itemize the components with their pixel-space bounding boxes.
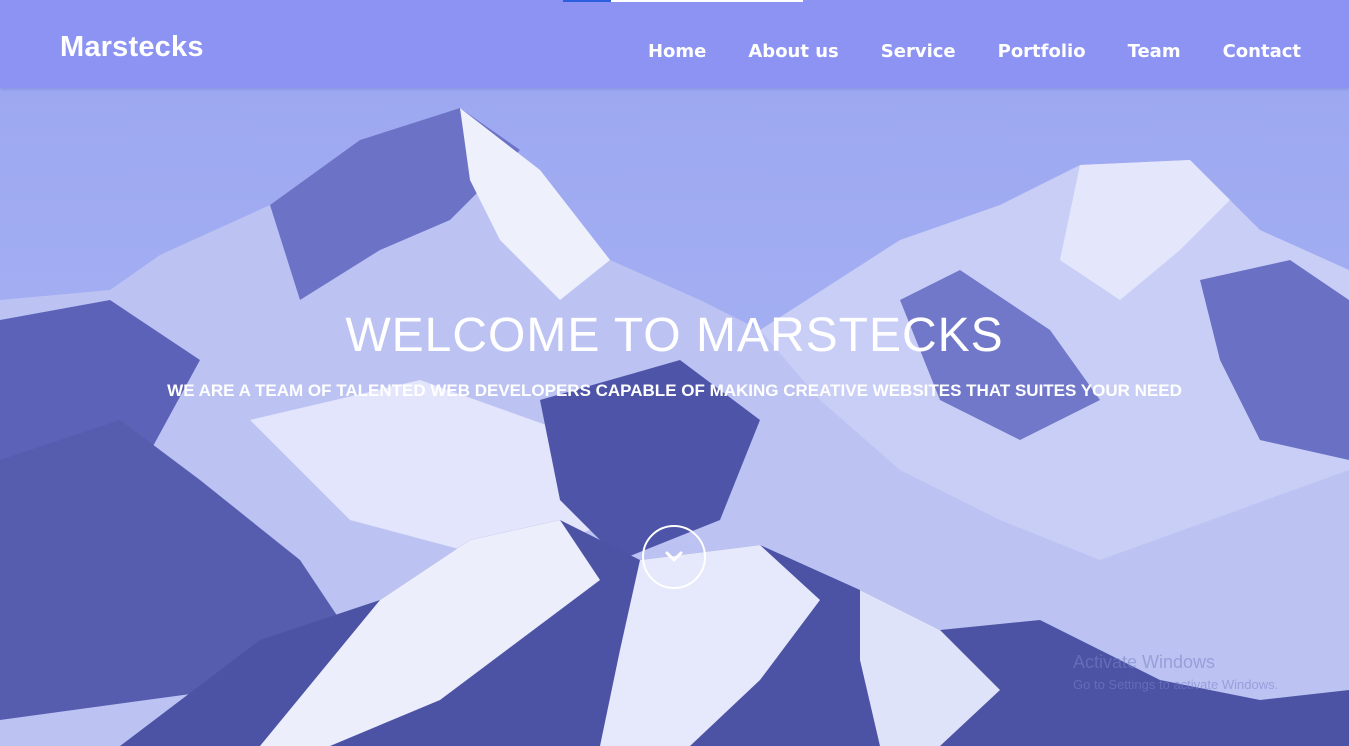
- chevron-down-icon: [665, 551, 683, 562]
- hero-background: [0, 0, 1349, 746]
- nav-item-team[interactable]: Team: [1128, 41, 1181, 62]
- nav-item-service[interactable]: Service: [881, 41, 956, 62]
- nav-item-about-us[interactable]: About us: [748, 41, 838, 62]
- watermark-title: Activate Windows: [1073, 652, 1216, 672]
- activate-windows-watermark: Activate Windows Go to Settings to activ…: [1073, 652, 1278, 692]
- nav-item-portfolio[interactable]: Portfolio: [998, 41, 1086, 62]
- scroll-progress-bar: [563, 0, 803, 2]
- scroll-down-button[interactable]: [642, 525, 706, 589]
- mountain-illustration: [0, 0, 1349, 746]
- navbar: Marstecks Home About us Service Portfoli…: [0, 0, 1349, 88]
- watermark-subtitle: Go to Settings to activate Windows.: [1073, 677, 1279, 692]
- brand-logo[interactable]: Marstecks: [60, 31, 204, 64]
- nav-item-contact[interactable]: Contact: [1223, 41, 1301, 62]
- hero-title: WELCOME TO MARSTECKS: [345, 309, 1004, 362]
- nav-item-home[interactable]: Home: [648, 41, 706, 62]
- nav-menu: Home About us Service Portfolio Team Con…: [606, 41, 1301, 62]
- scroll-progress-fill: [563, 0, 611, 2]
- hero-subtitle: WE ARE A TEAM OF TALENTED WEB DEVELOPERS…: [167, 381, 1182, 400]
